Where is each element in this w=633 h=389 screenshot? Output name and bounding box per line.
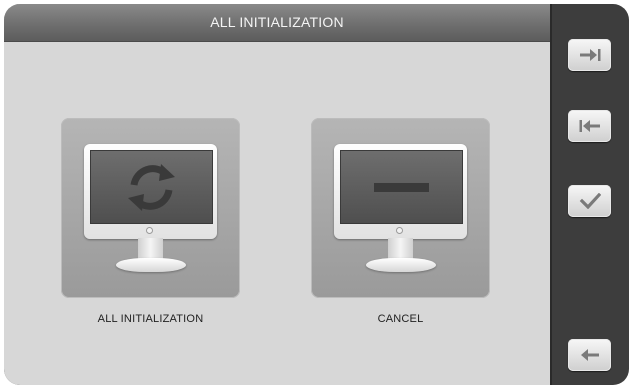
arrow-left-to-bar-icon (579, 120, 600, 132)
confirm-button[interactable] (568, 185, 611, 217)
monitor-icon (84, 144, 217, 239)
monitor-neck (138, 238, 163, 260)
refresh-icon (128, 164, 175, 211)
back-arrow-icon (580, 349, 599, 361)
back-button[interactable] (568, 339, 611, 371)
cancel-button[interactable] (311, 118, 490, 298)
power-indicator (396, 227, 403, 234)
all-initialization-label: ALL INITIALIZATION (97, 313, 204, 325)
minus-icon (374, 183, 429, 192)
all-initialization-button[interactable] (61, 118, 240, 298)
page-title: ALL INITIALIZATION (4, 4, 550, 42)
device-screen: ALL INITIALIZATION ALL INITIALIZATION CA… (4, 4, 629, 385)
monitor-icon (334, 144, 467, 239)
monitor-neck (388, 238, 413, 260)
cancel-label: CANCEL (377, 313, 424, 325)
next-tab-button[interactable] (568, 39, 611, 71)
arrow-right-to-bar-icon (579, 49, 600, 61)
main-panel: ALL INITIALIZATION ALL INITIALIZATION CA… (4, 4, 552, 385)
previous-tab-button[interactable] (568, 110, 611, 142)
power-indicator (146, 227, 153, 234)
monitor-screen (90, 150, 213, 224)
monitor-screen (340, 150, 463, 224)
checkmark-icon (579, 193, 601, 209)
monitor-base (116, 258, 186, 272)
monitor-base (366, 258, 436, 272)
